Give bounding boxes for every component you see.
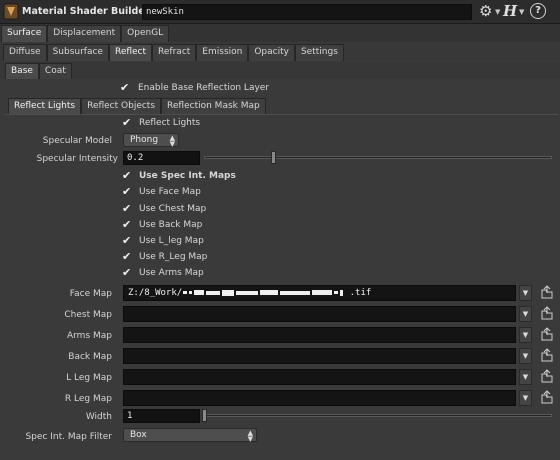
tab-surface[interactable]: Surface (1, 25, 48, 42)
back-map-browse-icon[interactable] (540, 348, 554, 364)
arms-map-field[interactable] (123, 327, 516, 343)
face-map-path-end: .tif (349, 288, 372, 298)
surface-tab-bar: Diffuse Subsurface Reflect Refract Emiss… (3, 44, 344, 61)
filter-label: Spec Int. Map Filter (25, 432, 112, 442)
gear-icon[interactable]: ⚙ (479, 3, 495, 20)
use-rleg-map-checkbox[interactable]: ✔ (122, 251, 133, 262)
tab-displacement[interactable]: Displacement (47, 25, 122, 42)
tab-opengl[interactable]: OpenGL (121, 25, 170, 42)
help-icon[interactable]: ? (530, 3, 546, 19)
specular-model-value: Phong (130, 135, 159, 145)
tab-reflection-mask-map[interactable]: Reflection Mask Map (161, 98, 266, 115)
node-name-field[interactable]: newSkin (142, 4, 472, 20)
reflect-lights-label: Reflect Lights (139, 118, 201, 128)
chest-map-field[interactable] (123, 306, 516, 322)
reflect-lights-checkbox[interactable]: ✔ (122, 117, 133, 128)
chevron-updown-icon: ▲ ▼ (169, 134, 175, 148)
face-map-label: Face Map (69, 289, 112, 299)
rleg-map-dropdown[interactable]: ▼ (519, 390, 532, 406)
face-map-dropdown[interactable]: ▼ (519, 285, 532, 301)
chest-map-browse-icon[interactable] (540, 306, 554, 322)
face-map-path-start: Z:/8_Work/ (128, 288, 183, 298)
lleg-map-browse-icon[interactable] (540, 369, 554, 385)
filter-dropdown[interactable]: Box ▲ ▼ (123, 428, 257, 443)
arms-map-browse-icon[interactable] (540, 327, 554, 343)
houdini-help-icon[interactable]: H (503, 2, 517, 20)
enable-base-reflection-label: Enable Base Reflection Layer (138, 83, 270, 93)
filter-value: Box (130, 430, 147, 440)
reflect-tab-bar: Base Coat (5, 63, 72, 80)
use-back-map-label: Use Back Map (139, 220, 203, 230)
use-rleg-map-label: Use R_Leg Map (139, 252, 208, 262)
use-spec-int-maps-checkbox[interactable]: ✔ (122, 170, 133, 181)
specular-intensity-field[interactable]: 0.2 (123, 151, 200, 165)
tab-coat[interactable]: Coat (38, 63, 72, 80)
width-label: Width (85, 412, 112, 422)
specular-model-dropdown[interactable]: Phong ▲ ▼ (123, 133, 179, 148)
use-chest-map-label: Use Chest Map (139, 204, 207, 214)
use-lleg-map-checkbox[interactable]: ✔ (122, 235, 133, 246)
rleg-map-field[interactable] (123, 390, 516, 406)
tab-reflect-objects[interactable]: Reflect Objects (81, 98, 162, 115)
lleg-map-field[interactable] (123, 369, 516, 385)
gear-dropdown-icon[interactable]: ▼ (495, 4, 503, 21)
arms-map-dropdown[interactable]: ▼ (519, 327, 532, 343)
tab-refract[interactable]: Refract (152, 44, 197, 61)
chest-map-dropdown[interactable]: ▼ (519, 306, 532, 322)
use-back-map-checkbox[interactable]: ✔ (122, 219, 133, 230)
specular-intensity-slider[interactable] (204, 156, 552, 159)
title-bar: Material Shader Builder newSkin ⚙ ▼ H ▼ … (0, 0, 560, 24)
face-map-browse-icon[interactable] (540, 285, 554, 301)
use-spec-int-maps-label: Use Spec Int. Maps (139, 171, 236, 181)
tab-reflect[interactable]: Reflect (108, 44, 153, 61)
tab-base[interactable]: Base (5, 63, 39, 80)
top-tab-bar: Surface Displacement OpenGL (1, 25, 170, 42)
chevron-updown-icon: ▲ ▼ (247, 429, 253, 443)
tab-subsurface[interactable]: Subsurface (46, 44, 109, 61)
tab-emission[interactable]: Emission (196, 44, 249, 61)
tab-reflect-lights[interactable]: Reflect Lights (8, 98, 82, 115)
width-slider-handle[interactable] (202, 409, 207, 422)
arms-map-label: Arms Map (66, 331, 112, 341)
layer-tab-bar: Reflect Lights Reflect Objects Reflectio… (8, 98, 266, 115)
help-dropdown-icon[interactable]: ▼ (519, 4, 527, 21)
use-face-map-checkbox[interactable]: ✔ (122, 186, 133, 197)
rleg-map-browse-icon[interactable] (540, 390, 554, 406)
use-arms-map-label: Use Arms Map (139, 268, 204, 278)
tab-opacity[interactable]: Opacity (248, 44, 295, 61)
enable-base-reflection-checkbox[interactable]: ✔ (120, 82, 131, 93)
use-lleg-map-label: Use L_leg Map (139, 236, 204, 246)
back-map-field[interactable] (123, 348, 516, 364)
app-title: Material Shader Builder (22, 6, 150, 17)
specular-intensity-slider-handle[interactable] (271, 151, 276, 164)
use-face-map-label: Use Face Map (139, 187, 201, 197)
back-map-label: Back Map (68, 352, 112, 362)
shader-node-icon (3, 3, 19, 20)
width-field[interactable]: 1 (123, 409, 200, 423)
rleg-map-label: R Leg Map (64, 394, 112, 404)
use-chest-map-checkbox[interactable]: ✔ (122, 203, 133, 214)
lleg-map-dropdown[interactable]: ▼ (519, 369, 532, 385)
tab-settings[interactable]: Settings (294, 44, 344, 61)
chest-map-label: Chest Map (64, 310, 112, 320)
face-map-field[interactable]: Z:/8_Work/ .tif (123, 285, 516, 301)
back-map-dropdown[interactable]: ▼ (519, 348, 532, 364)
width-slider[interactable] (204, 414, 552, 417)
lleg-map-label: L Leg Map (66, 373, 112, 383)
tab-diffuse[interactable]: Diffuse (3, 44, 47, 61)
specular-intensity-label: Specular Intensity (36, 154, 118, 164)
use-arms-map-checkbox[interactable]: ✔ (122, 267, 133, 278)
specular-model-label: Specular Model (42, 136, 112, 146)
